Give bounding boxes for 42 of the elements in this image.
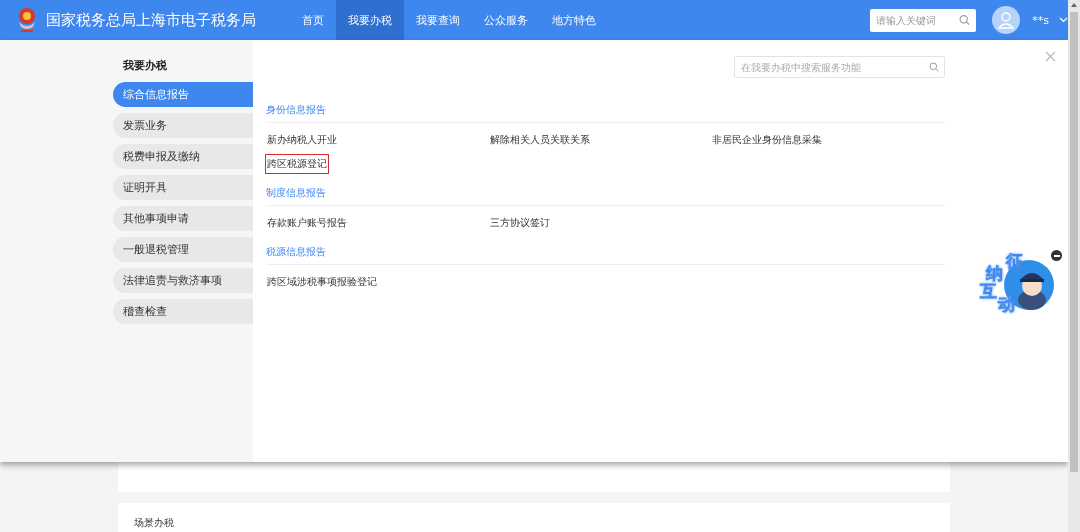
scroll-up-icon[interactable] [1070, 2, 1078, 8]
search-field[interactable]: 请输入关键词 [870, 8, 977, 32]
search-icon[interactable] [929, 62, 939, 72]
site-title: 国家税务总局上海市电子税务局 [46, 10, 256, 30]
service-link[interactable]: 非居民企业身份信息采集 [710, 130, 824, 150]
chevron-down-icon[interactable] [1059, 17, 1068, 23]
sidebar-item[interactable]: 证明开具 [113, 175, 253, 200]
service-link[interactable]: 解除相关人员关联关系 [488, 130, 592, 150]
sidebar-item[interactable]: 法律追责与救济事项 [113, 268, 253, 293]
scrollbar[interactable] [1068, 0, 1080, 532]
card-title: 场景办税 [134, 517, 174, 528]
section-title: 身份信息报告 [266, 97, 945, 123]
nav-tab[interactable]: 我要办税 [336, 0, 404, 40]
service-link[interactable]: 新办纳税人开业 [265, 130, 339, 150]
sidebar-item[interactable]: 其他事项申请 [113, 206, 253, 231]
sidebar-item[interactable]: 综合信息报告 [113, 82, 253, 107]
widget-label: 征 [1006, 250, 1023, 273]
nav-tab[interactable]: 地方特色 [540, 0, 608, 40]
search-icon[interactable] [959, 14, 971, 26]
widget-label: 互 [980, 281, 997, 303]
sidebar-title: 我要办税 [122, 58, 168, 73]
sidebar-item[interactable]: 发票业务 [113, 113, 253, 138]
user-name[interactable]: **s [1032, 13, 1049, 27]
search-field[interactable]: 在我要办税中搜索服务功能 [734, 56, 945, 78]
service-link[interactable]: 跨区域涉税事项报验登记 [265, 272, 379, 292]
sidebar-item[interactable]: 一般退税管理 [113, 237, 253, 262]
assistant-widget[interactable]: 征 纳 互 动 [976, 248, 1062, 322]
service-link[interactable]: 存款账户账号报告 [265, 213, 349, 233]
avatar[interactable] [992, 6, 1021, 34]
section-title: 税源信息报告 [266, 239, 945, 265]
sidebar-item[interactable]: 稽查检查 [113, 299, 253, 324]
service-link[interactable]: 三方协议签订 [488, 213, 552, 233]
nav-tab[interactable]: 公众服务 [472, 0, 540, 40]
widget-label: 动 [998, 293, 1015, 316]
emblem-icon [16, 6, 38, 34]
nav-tab[interactable]: 我要查询 [404, 0, 472, 40]
widget-label: 纳 [986, 262, 1003, 283]
section-title: 制度信息报告 [266, 180, 945, 206]
service-link[interactable]: 跨区税源登记 [265, 154, 329, 174]
minimize-button[interactable] [1051, 250, 1062, 261]
sidebar-item[interactable]: 税费申报及缴纳 [113, 144, 253, 169]
nav-tab[interactable]: 首页 [290, 0, 336, 40]
